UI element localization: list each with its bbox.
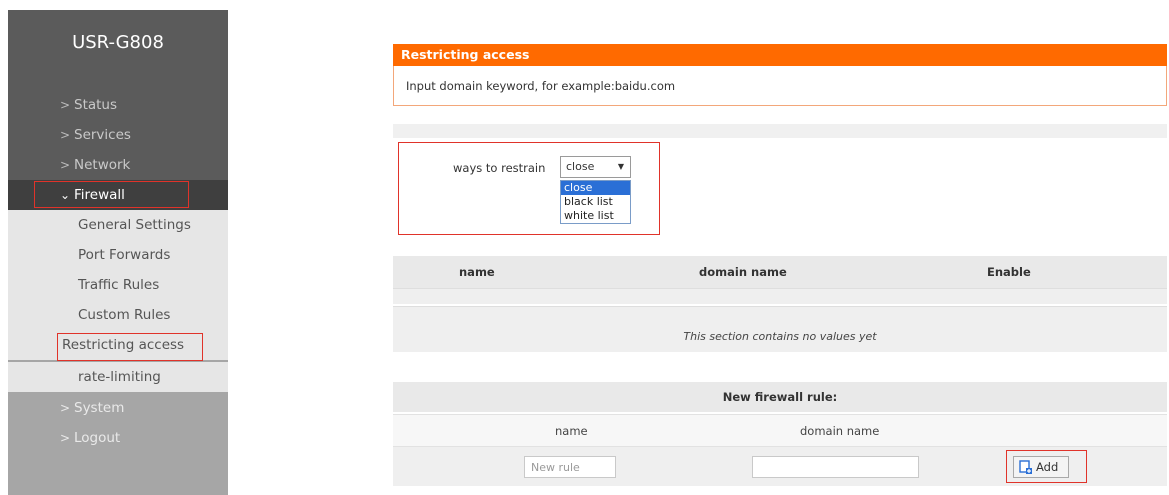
add-button[interactable]: Add	[1013, 456, 1069, 478]
chevron-right-icon: >	[60, 158, 71, 172]
column-header-enable: Enable	[987, 265, 1031, 279]
table-header: name domain name Enable	[393, 256, 1167, 288]
column-header-name: name	[459, 265, 495, 279]
restrain-select[interactable]: close ▼	[560, 156, 631, 178]
sidebar-item-general-settings[interactable]: General Settings	[8, 210, 228, 240]
panel-hint: Input domain keyword, for example:baidu.…	[393, 66, 1167, 106]
new-rule-column-headers: name domain name	[393, 414, 1167, 446]
panel-title: Restricting access	[393, 44, 1167, 66]
sidebar-item-label: System	[74, 400, 125, 416]
add-file-icon	[1019, 460, 1032, 474]
sidebar-item-label: General Settings	[78, 217, 191, 233]
add-button-label: Add	[1036, 460, 1059, 474]
table-empty-message: This section contains no values yet	[683, 330, 877, 343]
restrain-selected-value: close	[566, 160, 595, 173]
new-rule-title: New firewall rule:	[393, 382, 1167, 412]
chevron-right-icon: >	[60, 98, 71, 112]
table-empty-row	[393, 306, 1167, 352]
sidebar-item-network[interactable]: > Network	[8, 150, 228, 180]
restrain-option-white-list[interactable]: white list	[561, 209, 630, 223]
sidebar-item-label: Port Forwards	[78, 247, 171, 263]
sidebar-item-label: Logout	[74, 430, 121, 446]
sidebar-item-label: Network	[74, 157, 131, 173]
section-divider	[393, 124, 1167, 138]
sidebar-item-status[interactable]: > Status	[8, 90, 228, 120]
sidebar-item-logout[interactable]: > Logout	[8, 423, 228, 453]
brand-header: USR-G808	[8, 10, 228, 90]
new-rule-col-name: name	[555, 424, 588, 438]
chevron-right-icon: >	[60, 128, 71, 142]
sidebar-item-label: Custom Rules	[78, 307, 171, 323]
chevron-right-icon: >	[60, 401, 71, 415]
new-rule-col-domain: domain name	[800, 424, 880, 438]
sidebar-item-label: Status	[74, 97, 118, 113]
sidebar-item-label: Traffic Rules	[78, 277, 160, 293]
column-header-domain: domain name	[699, 265, 787, 279]
restrain-label: ways to restrain	[453, 161, 546, 175]
dropdown-arrow-icon: ▼	[617, 162, 624, 171]
restrain-dropdown-list: close black list white list	[560, 180, 631, 224]
table-row	[393, 288, 1167, 304]
new-rule-domain-input[interactable]	[752, 456, 919, 478]
sidebar-item-rate-limiting[interactable]: rate-limiting	[8, 362, 228, 392]
sidebar-item-system[interactable]: > System	[8, 393, 228, 423]
sidebar-item-port-forwards[interactable]: Port Forwards	[8, 240, 228, 270]
highlight-box-firewall	[34, 181, 189, 208]
highlight-box-restricting-access	[57, 333, 203, 361]
sidebar-item-services[interactable]: > Services	[8, 120, 228, 150]
sidebar-item-traffic-rules[interactable]: Traffic Rules	[8, 270, 228, 300]
brand-title: USR-G808	[72, 32, 164, 53]
chevron-right-icon: >	[60, 431, 71, 445]
new-rule-name-input[interactable]	[524, 456, 616, 478]
sidebar-item-label: Services	[74, 127, 131, 143]
sidebar-item-custom-rules[interactable]: Custom Rules	[8, 300, 228, 330]
sidebar-item-label: rate-limiting	[78, 369, 161, 385]
restrain-option-black-list[interactable]: black list	[561, 195, 630, 209]
restrain-option-close[interactable]: close	[561, 181, 630, 195]
